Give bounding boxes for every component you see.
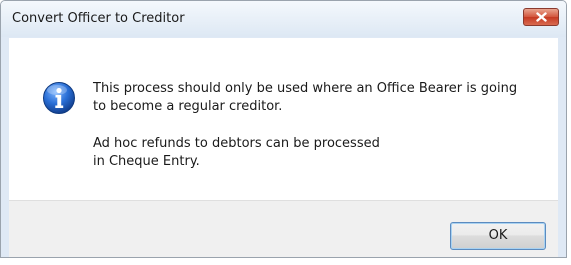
close-icon xyxy=(536,12,547,22)
title-bar[interactable]: Convert Officer to Creditor xyxy=(1,1,566,37)
button-bar: OK xyxy=(9,200,558,257)
message-line: This process should only be used where a… xyxy=(93,81,518,96)
close-button[interactable] xyxy=(523,8,559,26)
info-icon xyxy=(43,82,75,114)
dialog-window: Convert Officer to Creditor This process… xyxy=(0,0,567,258)
message-paragraph-2: Ad hoc refunds to debtors can be process… xyxy=(93,135,543,171)
message-line: in Cheque Entry. xyxy=(93,154,200,169)
ok-button[interactable]: OK xyxy=(450,222,546,250)
dialog-title: Convert Officer to Creditor xyxy=(12,11,185,26)
message-line: to become a regular creditor. xyxy=(93,99,283,114)
message-paragraph-1: This process should only be used where a… xyxy=(93,80,543,116)
message-line: Ad hoc refunds to debtors can be process… xyxy=(93,136,380,151)
message-area: This process should only be used where a… xyxy=(9,38,558,200)
